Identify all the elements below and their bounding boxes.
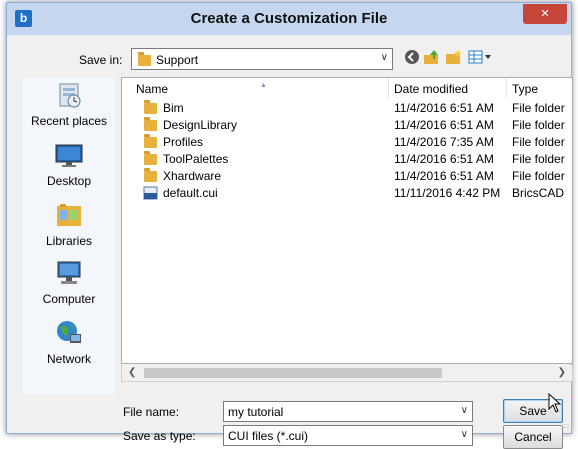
resize-grip-icon[interactable]: ∷ [564, 422, 569, 431]
close-button[interactable]: × [523, 4, 567, 24]
libraries-icon [57, 204, 81, 226]
folder-icon [144, 168, 157, 182]
view-menu-button[interactable] [467, 49, 495, 69]
cancel-button[interactable]: Cancel [503, 425, 563, 449]
column-header-date[interactable]: Date modified [394, 82, 468, 96]
new-folder-icon [446, 49, 462, 64]
back-button[interactable] [403, 49, 421, 69]
file-name-value: my tutorial [228, 405, 284, 419]
file-list-header: ▲ Name Date modified Type [122, 78, 572, 98]
up-folder-icon [424, 50, 438, 64]
save-as-type-dropdown[interactable]: CUI files (*.cui) ∨ [223, 425, 473, 446]
chevron-down-icon: ∨ [380, 52, 388, 63]
file-row[interactable]: ToolPalettes 11/4/2016 6:51 AM File fold… [122, 151, 572, 167]
file-date: 11/4/2016 6:51 AM [394, 152, 494, 166]
place-label: Desktop [46, 174, 92, 188]
place-network[interactable]: Network [23, 319, 115, 366]
place-recent-places[interactable]: Recent places [23, 81, 115, 128]
recent-places-icon [59, 83, 81, 108]
up-one-level-button[interactable] [423, 49, 441, 69]
scroll-left-icon[interactable]: ❮ [128, 367, 136, 378]
save-as-type-value: CUI files (*.cui) [228, 429, 309, 443]
title-bar[interactable]: b Create a Customization File × [7, 3, 571, 35]
file-list[interactable]: ▲ Name Date modified Type Bim 11/4/2016 … [121, 77, 573, 364]
desktop-icon [55, 144, 83, 167]
file-date: 11/4/2016 7:35 AM [394, 135, 494, 149]
file-name: DesignLibrary [163, 118, 238, 132]
place-label: Network [46, 352, 91, 366]
column-divider[interactable] [388, 78, 389, 98]
file-name-input[interactable]: my tutorial ∨ [223, 401, 473, 422]
chevron-down-icon[interactable]: ∨ [461, 405, 468, 416]
save-in-value: Support [156, 53, 199, 67]
cui-file-icon [143, 186, 158, 200]
save-in-dropdown[interactable]: Support ∨ [131, 48, 393, 70]
save-in-label: Save in: [79, 53, 123, 67]
places-bar: Recent places Desktop Libraries Computer… [23, 77, 115, 395]
file-type: File folder [512, 152, 565, 166]
file-row[interactable]: Profiles 11/4/2016 7:35 AM File folder [122, 134, 572, 150]
file-name: ToolPalettes [163, 152, 229, 166]
dialog-window: b Create a Customization File × Save in:… [6, 2, 573, 449]
file-date: 11/11/2016 4:42 PM [394, 186, 501, 200]
file-name-label: File name: [123, 405, 180, 419]
place-computer[interactable]: Computer [23, 259, 115, 306]
sort-ascending-icon: ▲ [260, 82, 267, 89]
folder-icon [144, 117, 157, 131]
scrollbar-thumb[interactable] [144, 368, 442, 378]
chevron-down-icon: ∨ [460, 429, 468, 440]
column-header-name[interactable]: Name [136, 82, 168, 96]
file-name: Bim [163, 101, 184, 115]
file-type: File folder [512, 135, 565, 149]
file-type: File folder [512, 118, 565, 132]
place-libraries[interactable]: Libraries [23, 201, 115, 248]
place-label: Libraries [45, 234, 93, 248]
horizontal-scrollbar[interactable]: ❮ ❯ [121, 365, 573, 382]
folder-icon [138, 52, 151, 66]
file-row[interactable]: Xhardware 11/4/2016 6:51 AM File folder [122, 168, 572, 184]
file-row[interactable]: Bim 11/4/2016 6:51 AM File folder [122, 100, 572, 116]
folder-icon [144, 134, 157, 148]
view-menu-icon [468, 50, 491, 64]
file-name: default.cui [163, 186, 218, 200]
mouse-pointer-icon [548, 393, 562, 413]
folder-icon [144, 100, 157, 114]
place-label: Recent places [30, 114, 108, 128]
column-header-type[interactable]: Type [512, 82, 538, 96]
back-arrow-icon [405, 50, 419, 64]
file-row[interactable]: default.cui 11/11/2016 4:42 PM BricsCAD [122, 185, 572, 201]
dialog-title: Create a Customization File [190, 10, 388, 27]
scroll-right-icon[interactable]: ❯ [558, 367, 566, 378]
dialog-body: Save in: Support ∨ Recent places Desktop [15, 35, 573, 449]
file-date: 11/4/2016 6:51 AM [394, 101, 494, 115]
place-desktop[interactable]: Desktop [23, 141, 115, 188]
file-date: 11/4/2016 6:51 AM [394, 169, 494, 183]
file-type: BricsCAD [512, 186, 565, 200]
new-folder-button[interactable] [445, 49, 463, 69]
computer-icon [57, 261, 81, 284]
place-label: Computer [42, 292, 96, 306]
network-icon [57, 321, 81, 343]
file-name: Profiles [163, 135, 204, 149]
column-divider[interactable] [506, 78, 507, 98]
file-row[interactable]: DesignLibrary 11/4/2016 6:51 AM File fol… [122, 117, 572, 133]
save-as-type-label: Save as type: [123, 429, 196, 443]
folder-icon [144, 151, 157, 165]
file-type: File folder [512, 169, 565, 183]
file-type: File folder [512, 101, 565, 115]
file-name: Xhardware [163, 169, 222, 183]
file-date: 11/4/2016 6:51 AM [394, 118, 494, 132]
